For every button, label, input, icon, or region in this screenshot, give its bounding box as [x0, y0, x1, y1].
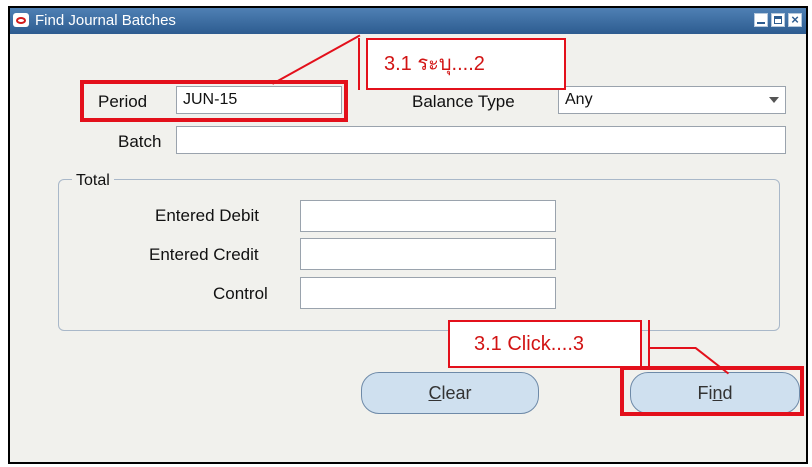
entered-credit-label: Entered Credit [149, 245, 259, 264]
window-title: Find Journal Batches [35, 12, 176, 29]
find-highlight-box [620, 366, 804, 416]
period-callout-bar [358, 38, 360, 90]
balance-type-value: Any [565, 91, 593, 108]
find-callout: 3.1 Click....3 [448, 320, 642, 368]
find-callout-leader-h [650, 347, 696, 349]
chevron-down-icon[interactable] [769, 97, 779, 103]
oracle-logo-icon [13, 13, 29, 27]
total-group-title: Total [72, 172, 114, 190]
entered-debit-label: Entered Debit [155, 206, 259, 225]
period-highlight-box [80, 80, 348, 122]
batch-field[interactable] [176, 126, 786, 154]
period-callout: 3.1 ระบุ....2 [366, 38, 566, 90]
find-callout-bar [648, 320, 650, 368]
maximize-icon[interactable] [771, 13, 785, 27]
close-icon[interactable]: × [788, 13, 802, 27]
entered-debit-field[interactable] [300, 200, 556, 232]
control-label: Control [213, 284, 268, 303]
balance-type-label: Balance Type [412, 92, 515, 111]
control-field[interactable] [300, 277, 556, 309]
entered-credit-field[interactable] [300, 238, 556, 270]
batch-label: Batch [118, 132, 162, 151]
title-bar: Find Journal Batches × [10, 8, 806, 34]
clear-button[interactable]: Clear [361, 372, 539, 414]
window-controls: × [754, 13, 802, 27]
balance-type-select[interactable]: Any [558, 86, 786, 114]
minimize-icon[interactable] [754, 13, 768, 27]
